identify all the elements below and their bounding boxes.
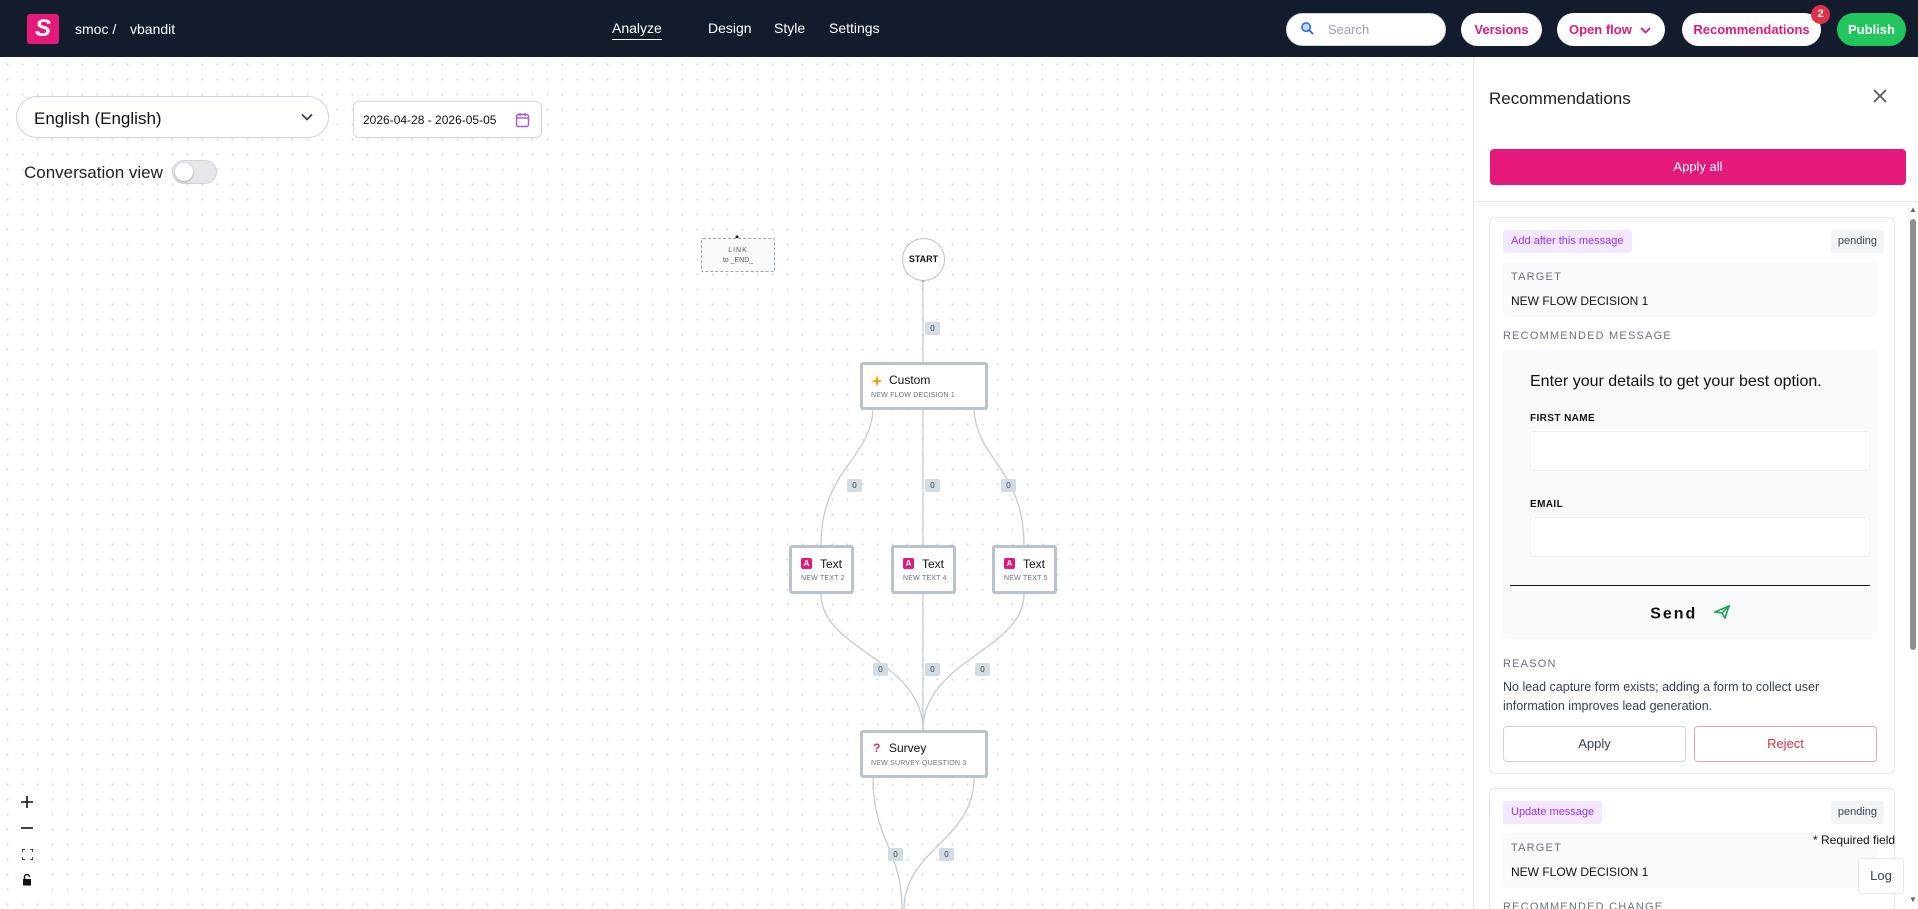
open-flow-label: Open flow xyxy=(1569,22,1632,37)
target-value: NEW FLOW DECISION 1 xyxy=(1511,865,1649,879)
preview-email-label: EMAIL xyxy=(1530,499,1564,510)
flow-edges xyxy=(735,235,1025,909)
edge-count: 0 xyxy=(925,479,940,492)
target-label: TARGET xyxy=(1511,842,1562,854)
lock-icon xyxy=(23,873,31,886)
log-button[interactable]: Log xyxy=(1858,858,1904,894)
target-box: TARGET NEW FLOW DECISION 1 xyxy=(1503,262,1877,317)
edge-count: 0 xyxy=(975,663,990,676)
reject-button[interactable]: Reject xyxy=(1694,726,1877,762)
scrollbar-thumb[interactable] xyxy=(1910,219,1916,650)
survey-node[interactable]: ? Survey NEW SURVEY QUESTION 3 xyxy=(860,730,988,778)
zoom-in-button[interactable] xyxy=(14,791,40,817)
text-node-2-title: Text xyxy=(820,557,843,571)
edge-count: 0 xyxy=(873,663,888,676)
custom-node-title: Custom xyxy=(889,373,931,387)
publish-button[interactable]: Publish xyxy=(1837,13,1906,46)
divider xyxy=(1474,201,1918,202)
text-type-icon: A xyxy=(1004,558,1015,569)
edge-text2-survey xyxy=(820,593,924,731)
preview-send-label: Send xyxy=(1650,605,1698,623)
status-badge: pending xyxy=(1830,230,1884,253)
recommendation-card: Update message pending TARGET NEW FLOW D… xyxy=(1489,788,1895,909)
edge-count: 0 xyxy=(888,848,903,861)
zoom-out-button[interactable] xyxy=(14,817,40,843)
edge-count: 0 xyxy=(847,479,862,492)
target-label: TARGET xyxy=(1511,271,1562,283)
chevron-down-icon xyxy=(1640,13,1651,46)
message-preview: Enter your details to get your best opti… xyxy=(1503,349,1877,639)
text-node-2-subtitle: NEW TEXT 2 xyxy=(801,575,845,582)
survey-node-title: Survey xyxy=(889,741,927,755)
text-type-icon: A xyxy=(903,558,914,569)
text-type-icon: A xyxy=(801,558,812,569)
preview-first-name-label: FIRST NAME xyxy=(1530,413,1596,424)
target-value: NEW FLOW DECISION 1 xyxy=(1511,294,1649,308)
link-node-target: to _END_ xyxy=(722,257,754,264)
recommendations-button[interactable]: Recommendations xyxy=(1682,13,1821,46)
scroll-down-icon[interactable]: ▼ xyxy=(1909,895,1917,904)
text-node-2[interactable]: A Text NEW TEXT 2 xyxy=(789,545,854,594)
edge-text5-survey xyxy=(922,593,1025,731)
start-node[interactable]: START xyxy=(902,238,945,281)
recommendations-panel: Recommendations Apply all Add after this… xyxy=(1473,57,1918,909)
text-node-5[interactable]: A Text NEW TEXT 5 xyxy=(992,545,1057,594)
edge-custom-text2 xyxy=(820,409,874,546)
text-node-5-subtitle: NEW TEXT 5 xyxy=(1004,575,1048,582)
minus-icon xyxy=(21,827,33,829)
edge-survey-left xyxy=(872,777,903,909)
preview-email-field xyxy=(1530,517,1870,557)
preview-heading: Enter your details to get your best opti… xyxy=(1530,373,1822,390)
plus-icon xyxy=(21,796,33,808)
recommendation-type-tag: Add after this message xyxy=(1503,230,1632,253)
required-field-note: * Required field xyxy=(1813,833,1896,847)
custom-node[interactable]: Custom NEW FLOW DECISION 1 xyxy=(860,362,988,410)
edge-count: 0 xyxy=(925,322,940,335)
text-node-4-subtitle: NEW TEXT 4 xyxy=(903,575,947,582)
edge-survey-right xyxy=(903,777,975,909)
status-badge: pending xyxy=(1830,801,1884,824)
reason-label: REASON xyxy=(1503,658,1557,670)
scrollbar[interactable]: ▲ ▼ xyxy=(1908,205,1918,909)
reason-text: No lead capture form exists; adding a fo… xyxy=(1503,680,1820,713)
recommendation-type-tag: Update message xyxy=(1503,801,1603,824)
preview-send-button: Send xyxy=(1503,604,1877,624)
edge-count: 0 xyxy=(1001,479,1016,492)
link-node[interactable]: LINK to _END_ xyxy=(701,238,775,272)
recommended-message-label: RECOMMENDED MESSAGE xyxy=(1503,330,1672,342)
recommendation-card: Add after this message pending TARGET NE… xyxy=(1489,217,1895,774)
fit-view-button[interactable] xyxy=(14,843,40,869)
edge-count: 0 xyxy=(939,848,954,861)
text-node-4-title: Text xyxy=(922,557,945,571)
link-node-title: LINK xyxy=(728,247,748,254)
preview-divider xyxy=(1510,585,1870,586)
edge-count: 0 xyxy=(925,663,940,676)
preview-first-name-field xyxy=(1530,431,1870,471)
apply-button[interactable]: Apply xyxy=(1503,726,1686,762)
send-icon xyxy=(1711,604,1731,624)
versions-button[interactable]: Versions xyxy=(1461,13,1542,46)
recommended-change-label: RECOMMENDED CHANGE xyxy=(1503,901,1664,909)
fit-view-icon xyxy=(20,848,34,861)
sparkles-icon xyxy=(871,374,883,392)
custom-node-subtitle: NEW FLOW DECISION 1 xyxy=(871,392,955,399)
scroll-up-icon[interactable]: ▲ xyxy=(1909,205,1917,214)
close-icon[interactable] xyxy=(1873,87,1887,107)
panel-title: Recommendations xyxy=(1489,89,1631,108)
survey-node-subtitle: NEW SURVEY QUESTION 3 xyxy=(871,760,967,767)
apply-all-button[interactable]: Apply all xyxy=(1490,149,1906,185)
question-icon: ? xyxy=(873,741,881,755)
open-flow-button[interactable]: Open flow xyxy=(1557,13,1665,46)
text-node-5-title: Text xyxy=(1023,557,1046,571)
text-node-4[interactable]: A Text NEW TEXT 4 xyxy=(891,545,956,594)
recommendations-count-badge: 2 xyxy=(1811,5,1830,24)
edge-custom-text5 xyxy=(973,409,1025,546)
lock-button[interactable] xyxy=(14,869,40,895)
zoom-controls xyxy=(14,791,40,897)
